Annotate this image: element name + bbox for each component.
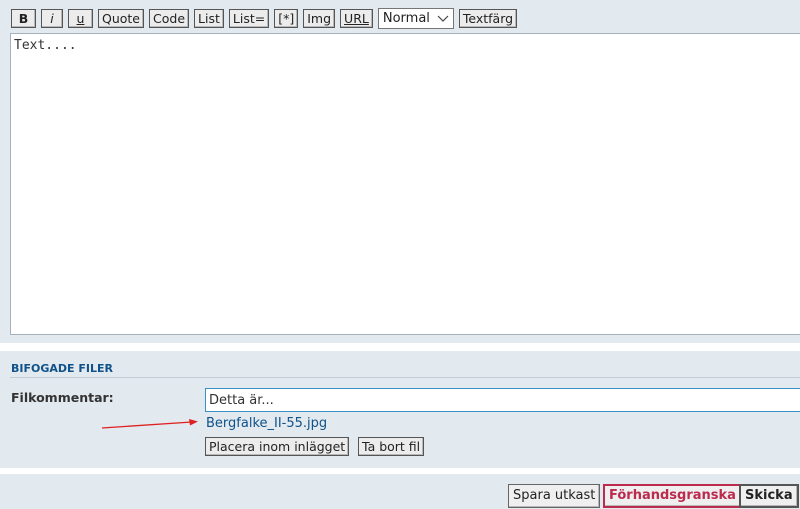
font-size-select[interactable]: Normal	[377, 8, 454, 29]
attached-file-link[interactable]: Bergfalke_II-55.jpg	[206, 416, 327, 431]
format-toolbar: B i u Quote Code List List= [*] Img URL …	[11, 8, 518, 29]
list-item-button[interactable]: [*]	[274, 9, 299, 28]
submit-button[interactable]: Skicka	[739, 484, 799, 508]
underline-button[interactable]: u	[68, 9, 93, 28]
font-color-button[interactable]: Textfärg	[458, 9, 518, 28]
quote-button[interactable]: Quote	[98, 9, 145, 28]
chevron-down-icon	[437, 9, 449, 34]
annotation-arrow	[101, 419, 198, 429]
preview-button[interactable]: Förhandsgranska	[603, 484, 742, 508]
divider	[10, 377, 800, 378]
ordered-list-button[interactable]: List=	[228, 9, 270, 28]
font-size-value: Normal	[382, 11, 430, 26]
attachments-title: BIFOGADE FILER	[11, 362, 113, 375]
action-bar: Spara utkast Förhandsgranska Skicka	[0, 474, 800, 509]
italic-button[interactable]: i	[41, 9, 63, 28]
place-inline-button[interactable]: Placera inom inlägget	[205, 437, 350, 456]
file-comment-label: Filkommentar:	[11, 390, 114, 405]
delete-file-button[interactable]: Ta bort fil	[358, 437, 425, 456]
img-button[interactable]: Img	[303, 9, 336, 28]
url-button[interactable]: URL	[340, 9, 373, 28]
save-draft-button[interactable]: Spara utkast	[508, 484, 601, 508]
file-comment-input[interactable]	[205, 388, 800, 412]
code-button[interactable]: Code	[149, 9, 190, 28]
list-button[interactable]: List	[194, 9, 224, 28]
attachments-panel: BIFOGADE FILER Filkommentar: Bergfalke_I…	[0, 351, 800, 468]
message-textarea[interactable]: Text....	[10, 33, 800, 335]
editor-panel: B i u Quote Code List List= [*] Img URL …	[0, 0, 800, 343]
bold-button[interactable]: B	[11, 9, 36, 28]
